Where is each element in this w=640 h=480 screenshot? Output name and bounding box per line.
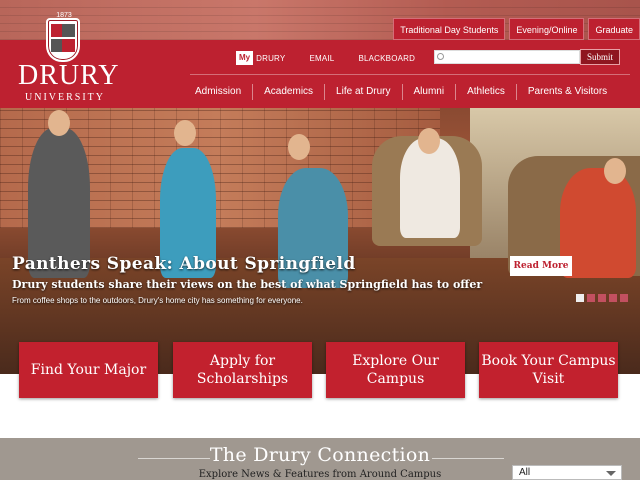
nav-academics[interactable]: Academics xyxy=(252,84,324,100)
site-header: 1873 DRURY UNIVERSITY Traditional Day St… xyxy=(0,0,640,108)
utility-links: My DRURY EMAIL BLACKBOARD xyxy=(236,50,415,66)
tab-evening-online[interactable]: Evening/Online xyxy=(509,18,585,40)
slide-dot[interactable] xyxy=(576,294,584,302)
slide-indicators xyxy=(576,294,631,302)
apply-scholarships-button[interactable]: Apply for Scholarships xyxy=(173,342,312,398)
find-your-major-button[interactable]: Find Your Major xyxy=(19,342,158,398)
crest-icon xyxy=(46,18,80,62)
header-divider xyxy=(190,74,630,75)
audience-tabs: Traditional Day Students Evening/Online … xyxy=(389,18,640,40)
nav-life-at-drury[interactable]: Life at Drury xyxy=(324,84,401,100)
hero-subtitle: Drury students share their views on the … xyxy=(12,278,483,291)
read-more-button[interactable]: Read More xyxy=(510,256,572,276)
nav-parents-visitors[interactable]: Parents & Visitors xyxy=(515,84,618,100)
crest-year: 1873 xyxy=(56,12,72,19)
hero-slideshow[interactable]: Panthers Speak: About Springfield Drury … xyxy=(0,108,640,374)
slide-dot[interactable] xyxy=(620,294,628,302)
spacer xyxy=(0,412,640,438)
student-head xyxy=(48,110,70,136)
search-input[interactable] xyxy=(434,50,580,64)
submit-button[interactable]: Submit xyxy=(580,49,620,65)
connection-title: The Drury Connection xyxy=(209,444,431,466)
student-head xyxy=(288,134,310,160)
slide-dot[interactable] xyxy=(587,294,595,302)
nav-athletics[interactable]: Athletics xyxy=(455,84,516,100)
explore-campus-button[interactable]: Explore Our Campus xyxy=(326,342,465,398)
link-email[interactable]: EMAIL xyxy=(309,54,334,63)
nav-alumni[interactable]: Alumni xyxy=(401,84,456,100)
chevron-down-icon xyxy=(606,471,616,476)
slide-dot[interactable] xyxy=(609,294,617,302)
link-blackboard[interactable]: BLACKBOARD xyxy=(358,54,415,63)
link-my-drury[interactable]: DRURY xyxy=(256,54,285,63)
cta-buttons: Find Your Major Apply for Scholarships E… xyxy=(0,342,640,400)
nav-admission[interactable]: Admission xyxy=(184,84,252,100)
book-campus-visit-button[interactable]: Book Your Campus Visit xyxy=(479,342,618,398)
student-head xyxy=(604,158,626,184)
tab-traditional-day-students[interactable]: Traditional Day Students xyxy=(393,18,506,40)
tab-graduate[interactable]: Graduate xyxy=(588,18,640,40)
logo-subtitle: UNIVERSITY xyxy=(25,92,105,103)
student-head xyxy=(174,120,196,146)
my-drury-badge[interactable]: My xyxy=(236,51,254,65)
hero-description: From coffee shops to the outdoors, Drury… xyxy=(12,296,303,305)
slide-dot[interactable] xyxy=(598,294,606,302)
student-head xyxy=(418,128,440,154)
drury-logo[interactable]: 1873 DRURY UNIVERSITY xyxy=(18,12,120,103)
search-icon xyxy=(437,53,444,60)
main-nav: Admission Academics Life at Drury Alumni… xyxy=(184,82,636,102)
logo-wordmark: DRURY xyxy=(18,60,120,91)
hero-title[interactable]: Panthers Speak: About Springfield xyxy=(12,254,356,274)
